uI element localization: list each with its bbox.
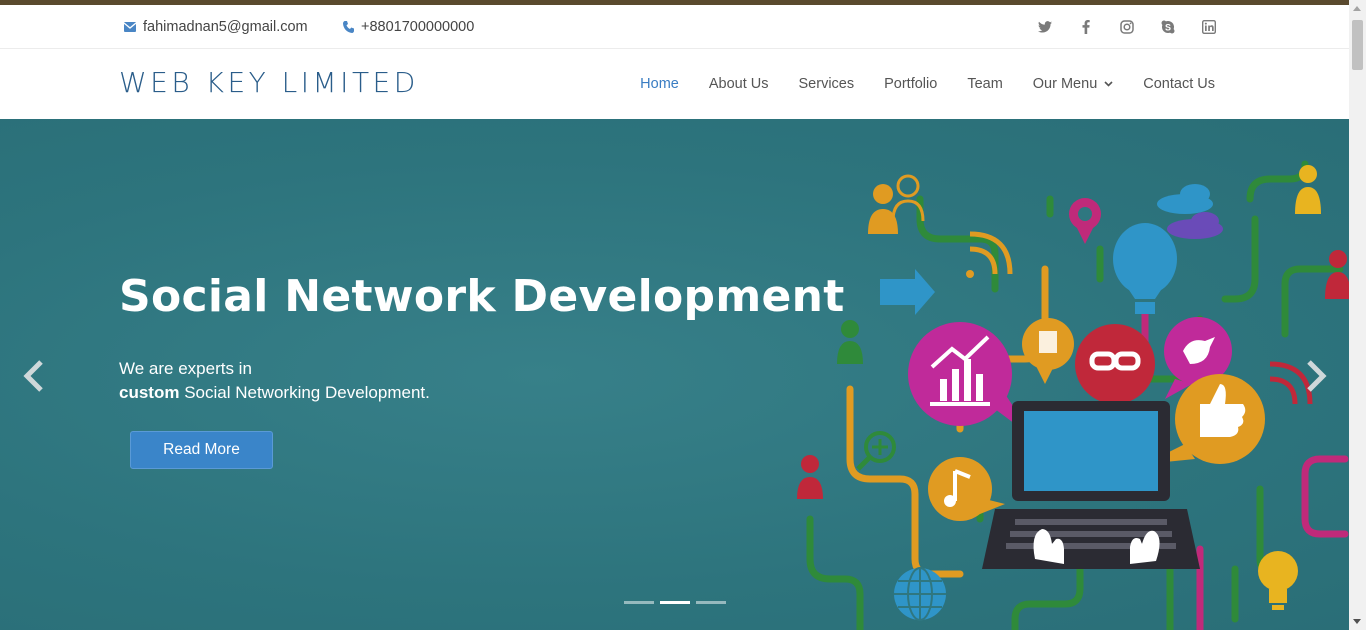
chevron-down-icon: [1104, 81, 1113, 87]
hero-carousel: Social Network Development We are expert…: [0, 119, 1349, 630]
email-text: fahimadnan5@gmail.com: [143, 18, 308, 35]
chevron-left-icon: [23, 360, 43, 392]
svg-text:S: S: [1165, 22, 1171, 32]
carousel-indicator-1[interactable]: [624, 601, 654, 604]
nav-home[interactable]: Home: [640, 76, 679, 92]
twitter-icon[interactable]: [1037, 19, 1053, 35]
phone-contact[interactable]: +8801700000000: [343, 5, 474, 48]
main-navbar: WEB KEY LIMITED Home About Us Services P…: [0, 49, 1349, 119]
hero-line-2-rest: Social Networking Development.: [179, 383, 430, 402]
hero-title: Social Network Development: [119, 271, 845, 322]
phone-text: +8801700000000: [361, 18, 475, 35]
site-logo[interactable]: WEB KEY LIMITED: [119, 66, 419, 99]
page-scrollbar[interactable]: [1349, 0, 1366, 630]
phone-icon: [343, 20, 354, 33]
read-more-button[interactable]: Read More: [130, 431, 273, 469]
scrollbar-thumb[interactable]: [1352, 20, 1363, 70]
top-bar: fahimadnan5@gmail.com +8801700000000 S: [0, 5, 1349, 49]
hero-line-2-bold: custom: [119, 383, 180, 402]
facebook-icon[interactable]: [1078, 19, 1094, 35]
carousel-indicators: [624, 601, 726, 604]
main-menu: Home About Us Services Portfolio Team Ou…: [610, 49, 1215, 119]
social-network-illustration: [797, 160, 1349, 630]
hero-line-2: custom Social Networking Development.: [119, 381, 430, 405]
nav-services[interactable]: Services: [799, 76, 855, 92]
envelope-icon: [124, 21, 136, 32]
email-contact[interactable]: fahimadnan5@gmail.com: [124, 5, 308, 48]
nav-portfolio[interactable]: Portfolio: [884, 76, 937, 92]
carousel-indicator-2[interactable]: [660, 601, 690, 604]
skype-icon[interactable]: S: [1160, 19, 1176, 35]
carousel-prev-button[interactable]: [20, 359, 50, 393]
instagram-icon[interactable]: [1119, 19, 1135, 35]
carousel-indicator-3[interactable]: [696, 601, 726, 604]
hero-description: We are experts in custom Social Networki…: [119, 357, 430, 405]
nav-our-menu[interactable]: Our Menu: [1033, 76, 1113, 92]
scroll-down-arrow-icon[interactable]: [1353, 619, 1361, 624]
scroll-up-arrow-icon[interactable]: [1353, 6, 1361, 11]
nav-team[interactable]: Team: [967, 76, 1002, 92]
carousel-next-button[interactable]: [1300, 359, 1330, 393]
nav-our-menu-label: Our Menu: [1032, 76, 1098, 92]
nav-about-us[interactable]: About Us: [709, 76, 769, 92]
hero-line-1: We are experts in: [119, 359, 252, 378]
social-links: S: [1037, 5, 1217, 48]
nav-contact-us[interactable]: Contact Us: [1143, 76, 1215, 92]
linkedin-icon[interactable]: [1201, 19, 1217, 35]
chevron-right-icon: [1307, 360, 1327, 392]
